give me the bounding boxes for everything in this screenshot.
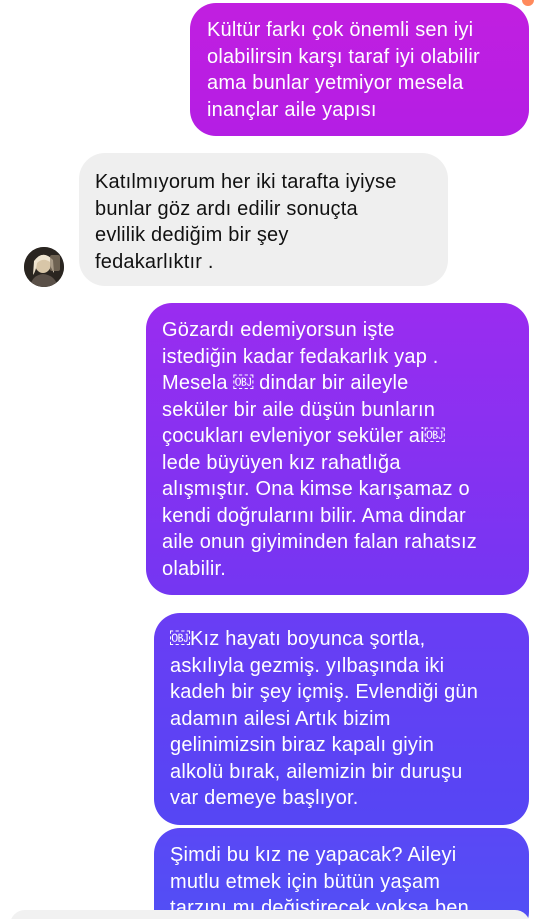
avatar-photo-icon <box>24 247 64 287</box>
sent-message-bubble[interactable]: Şimdi bu kız ne yapacak? Aileyi mutlu et… <box>154 828 529 919</box>
message-composer-bar[interactable] <box>10 910 530 919</box>
contact-avatar[interactable] <box>24 247 64 287</box>
sent-message-bubble[interactable]: Gözardı edemiyorsun işte istediğin kadar… <box>146 303 529 595</box>
received-message-bubble[interactable]: Katılmıyorum her iki tarafta iyiyse bunl… <box>79 153 448 286</box>
chat-thread: Kültür farkı çok önemli sen iyi olabilir… <box>0 0 540 919</box>
notification-dot-icon <box>522 0 534 6</box>
sent-message-bubble[interactable]: ￼Kız hayatı boyunca şortla, askılıyla ge… <box>154 613 529 825</box>
sent-message-bubble[interactable]: Kültür farkı çok önemli sen iyi olabilir… <box>190 3 529 136</box>
